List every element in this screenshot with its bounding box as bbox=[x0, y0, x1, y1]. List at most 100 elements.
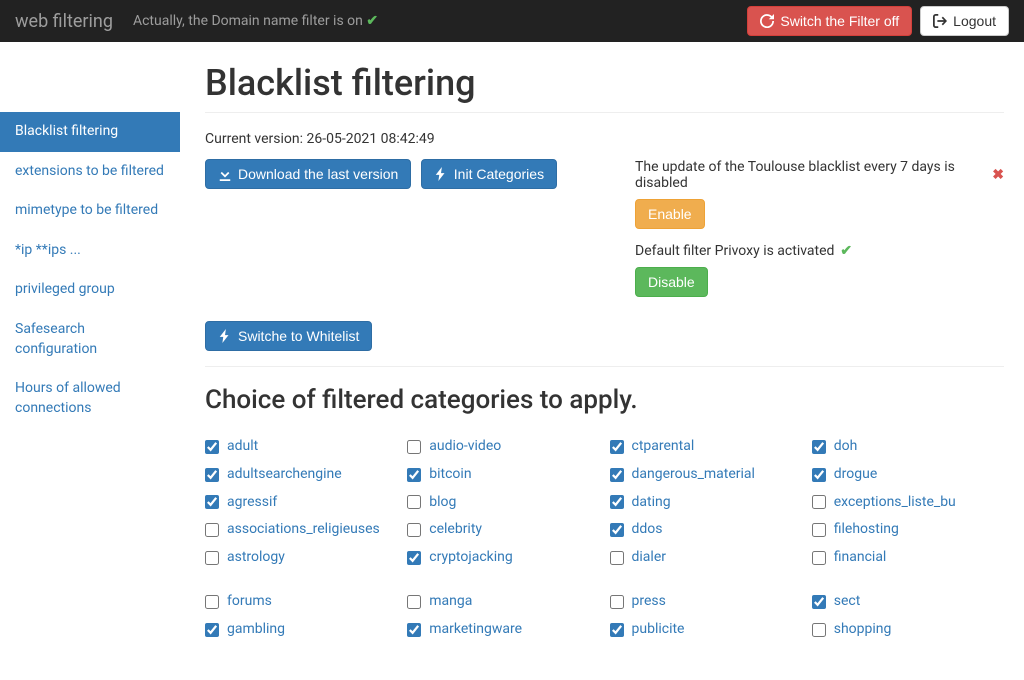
category-checkbox-agressif[interactable] bbox=[205, 495, 219, 509]
category-item-adultsearchengine: adultsearchengine bbox=[205, 461, 397, 489]
sidebar-item-safesearch-configuration[interactable]: Safesearch configuration bbox=[0, 310, 180, 369]
category-checkbox-adult[interactable] bbox=[205, 440, 219, 454]
category-link-ddos[interactable]: ddos bbox=[632, 518, 663, 542]
category-item-manga: manga bbox=[407, 588, 599, 616]
refresh-icon bbox=[760, 14, 774, 28]
category-checkbox-dating[interactable] bbox=[610, 495, 624, 509]
category-link-dangerous_material[interactable]: dangerous_material bbox=[632, 463, 755, 487]
logout-button[interactable]: Logout bbox=[920, 6, 1009, 36]
sidebar-item--ip-ips-[interactable]: *ip **ips ... bbox=[0, 231, 180, 271]
category-checkbox-shopping[interactable] bbox=[812, 623, 826, 637]
category-link-financial[interactable]: financial bbox=[834, 546, 887, 570]
bolt-icon bbox=[434, 167, 448, 181]
category-link-press[interactable]: press bbox=[632, 590, 666, 614]
category-link-ctparental[interactable]: ctparental bbox=[632, 435, 695, 459]
category-checkbox-audio-video[interactable] bbox=[407, 440, 421, 454]
category-checkbox-cryptojacking[interactable] bbox=[407, 551, 421, 565]
category-item-adult: adult bbox=[205, 433, 397, 461]
category-link-agressif[interactable]: agressif bbox=[227, 491, 277, 515]
category-link-gambling[interactable]: gambling bbox=[227, 618, 285, 642]
category-link-filehosting[interactable]: filehosting bbox=[834, 518, 899, 542]
category-checkbox-ddos[interactable] bbox=[610, 523, 624, 537]
category-checkbox-bitcoin[interactable] bbox=[407, 468, 421, 482]
disable-default-filter-button[interactable]: Disable bbox=[635, 267, 708, 297]
category-item-marketingware: marketingware bbox=[407, 616, 599, 644]
sidebar-item-mimetype-to-be-filtered[interactable]: mimetype to be filtered bbox=[0, 191, 180, 231]
categories-heading: Choice of filtered categories to apply. bbox=[205, 385, 1004, 415]
category-checkbox-blog[interactable] bbox=[407, 495, 421, 509]
category-item-forums: forums bbox=[205, 588, 397, 616]
category-item-bitcoin: bitcoin bbox=[407, 461, 599, 489]
category-checkbox-filehosting[interactable] bbox=[812, 523, 826, 537]
category-checkbox-ctparental[interactable] bbox=[610, 440, 624, 454]
category-link-dating[interactable]: dating bbox=[632, 491, 671, 515]
category-checkbox-drogue[interactable] bbox=[812, 468, 826, 482]
default-filter-status: Default filter Privoxy is activated ✔ bbox=[635, 243, 1004, 259]
category-link-cryptojacking[interactable]: cryptojacking bbox=[429, 546, 513, 570]
category-checkbox-dangerous_material[interactable] bbox=[610, 468, 624, 482]
category-checkbox-dialer[interactable] bbox=[610, 551, 624, 565]
category-link-associations_religieuses[interactable]: associations_religieuses bbox=[227, 518, 380, 542]
category-link-astrology[interactable]: astrology bbox=[227, 546, 285, 570]
category-link-dialer[interactable]: dialer bbox=[632, 546, 667, 570]
init-categories-button[interactable]: Init Categories bbox=[421, 159, 557, 189]
category-checkbox-exceptions_liste_bu[interactable] bbox=[812, 495, 826, 509]
category-checkbox-press[interactable] bbox=[610, 595, 624, 609]
category-item-financial: financial bbox=[812, 544, 1004, 572]
category-checkbox-forums[interactable] bbox=[205, 595, 219, 609]
sidebar-item-privileged-group[interactable]: privileged group bbox=[0, 270, 180, 310]
category-checkbox-celebrity[interactable] bbox=[407, 523, 421, 537]
version-info: Current version: 26-05-2021 08:42:49 bbox=[205, 131, 1004, 147]
category-checkbox-financial[interactable] bbox=[812, 551, 826, 565]
logout-icon bbox=[933, 14, 947, 28]
category-checkbox-adultsearchengine[interactable] bbox=[205, 468, 219, 482]
category-item-agressif: agressif bbox=[205, 489, 397, 517]
category-checkbox-marketingware[interactable] bbox=[407, 623, 421, 637]
switch-filter-off-button[interactable]: Switch the Filter off bbox=[747, 6, 912, 36]
category-link-blog[interactable]: blog bbox=[429, 491, 456, 515]
category-checkbox-doh[interactable] bbox=[812, 440, 826, 454]
category-checkbox-publicite[interactable] bbox=[610, 623, 624, 637]
category-checkbox-sect[interactable] bbox=[812, 595, 826, 609]
enable-auto-update-button[interactable]: Enable bbox=[635, 199, 705, 229]
category-item-shopping: shopping bbox=[812, 616, 1004, 644]
category-link-audio-video[interactable]: audio-video bbox=[429, 435, 501, 459]
category-link-shopping[interactable]: shopping bbox=[834, 618, 892, 642]
category-link-doh[interactable]: doh bbox=[834, 435, 858, 459]
category-checkbox-manga[interactable] bbox=[407, 595, 421, 609]
category-link-adult[interactable]: adult bbox=[227, 435, 258, 459]
category-link-bitcoin[interactable]: bitcoin bbox=[429, 463, 471, 487]
category-item-gambling: gambling bbox=[205, 616, 397, 644]
sidebar-item-hours-of-allowed-connections[interactable]: Hours of allowed connections bbox=[0, 369, 180, 428]
category-checkbox-astrology[interactable] bbox=[205, 551, 219, 565]
category-item-doh: doh bbox=[812, 433, 1004, 461]
bolt-icon bbox=[218, 329, 232, 343]
filter-status-text: Actually, the Domain name filter is on ✔ bbox=[133, 13, 739, 29]
category-item-filehosting: filehosting bbox=[812, 516, 1004, 544]
category-item-associations_religieuses: associations_religieuses bbox=[205, 516, 397, 544]
check-icon: ✔ bbox=[366, 13, 378, 29]
category-link-sect[interactable]: sect bbox=[834, 590, 861, 614]
x-icon: ✖ bbox=[992, 167, 1004, 183]
category-link-celebrity[interactable]: celebrity bbox=[429, 518, 482, 542]
category-checkbox-associations_religieuses[interactable] bbox=[205, 523, 219, 537]
category-link-drogue[interactable]: drogue bbox=[834, 463, 878, 487]
category-link-adultsearchengine[interactable]: adultsearchengine bbox=[227, 463, 342, 487]
download-last-version-button[interactable]: Download the last version bbox=[205, 159, 411, 189]
category-item-publicite: publicite bbox=[610, 616, 802, 644]
category-item-dangerous_material: dangerous_material bbox=[610, 461, 802, 489]
category-item-drogue: drogue bbox=[812, 461, 1004, 489]
category-link-publicite[interactable]: publicite bbox=[632, 618, 685, 642]
sidebar-item-blacklist-filtering[interactable]: Blacklist filtering bbox=[0, 112, 180, 152]
category-link-forums[interactable]: forums bbox=[227, 590, 272, 614]
sidebar-item-extensions-to-be-filtered[interactable]: extensions to be filtered bbox=[0, 152, 180, 192]
category-link-exceptions_liste_bu[interactable]: exceptions_liste_bu bbox=[834, 491, 956, 515]
category-link-manga[interactable]: manga bbox=[429, 590, 472, 614]
category-link-marketingware[interactable]: marketingware bbox=[429, 618, 522, 642]
download-icon bbox=[218, 167, 232, 181]
switch-to-whitelist-button[interactable]: Switche to Whitelist bbox=[205, 321, 372, 351]
category-checkbox-gambling[interactable] bbox=[205, 623, 219, 637]
category-item-blog: blog bbox=[407, 489, 599, 517]
category-item-sect: sect bbox=[812, 588, 1004, 616]
category-item-dialer: dialer bbox=[610, 544, 802, 572]
